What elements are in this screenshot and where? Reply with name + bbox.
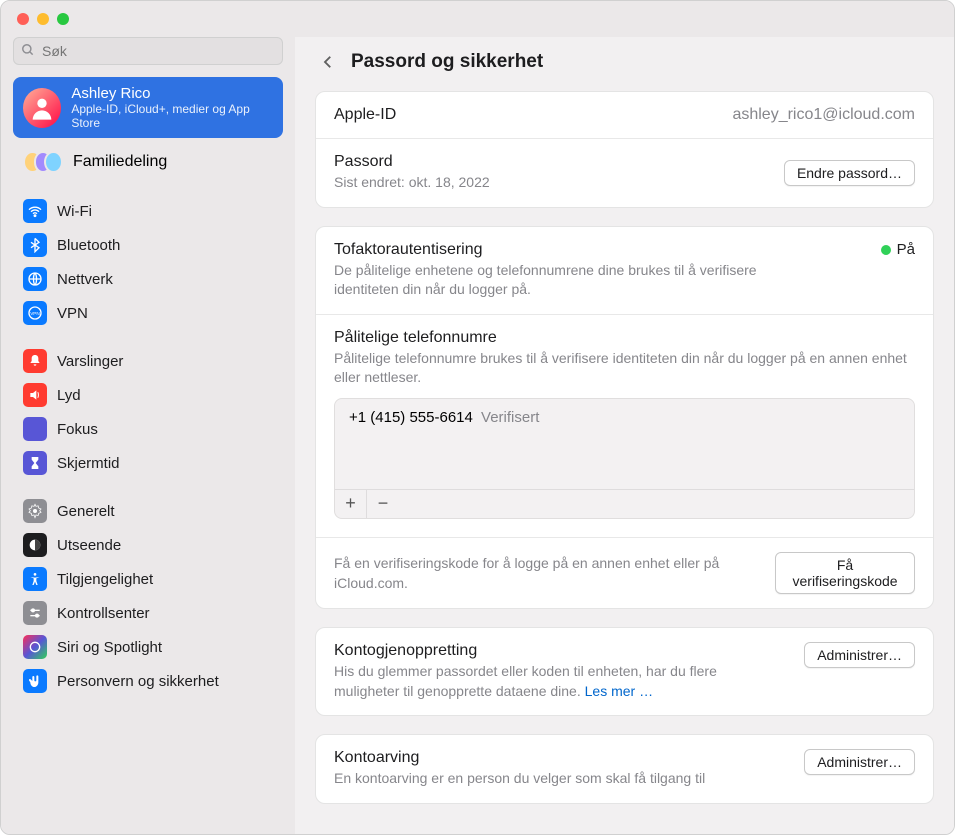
wifi-icon [23, 199, 47, 223]
svg-text:VPN: VPN [30, 311, 40, 316]
sidebar-item-label: Wi-Fi [57, 203, 92, 220]
sidebar-item-vpn[interactable]: VPN VPN [13, 296, 283, 330]
globe-icon [23, 267, 47, 291]
content-pane: Passord og sikkerhet Apple-ID ashley_ric… [295, 37, 954, 834]
apple-id-value: ashley_rico1@icloud.com [732, 106, 915, 124]
twofa-label: Tofaktorautentisering [334, 241, 483, 259]
siri-icon [23, 635, 47, 659]
window-controls [17, 13, 69, 25]
trusted-number-row[interactable]: +1 (415) 555-6614 Verifisert [335, 399, 914, 489]
recovery-manage-button[interactable]: Administrer… [804, 642, 915, 668]
sidebar-item-label: Personvern og sikkerhet [57, 673, 219, 690]
sidebar-item-siri[interactable]: Siri og Spotlight [13, 630, 283, 664]
sidebar-item-label: Lyd [57, 387, 81, 404]
get-verification-code-button[interactable]: Få verifiseringskode [775, 552, 915, 594]
minimize-icon[interactable] [37, 13, 49, 25]
sidebar-item-label: Generelt [57, 503, 115, 520]
settings-window: Ashley Rico Apple-ID, iCloud+, medier og… [0, 0, 955, 835]
sidebar-item-controlcenter[interactable]: Kontrollsenter [13, 596, 283, 630]
sidebar-item-label: Skjermtid [57, 455, 120, 472]
twofa-status: På [881, 241, 915, 258]
password-last-changed: Sist endret: okt. 18, 2022 [334, 173, 490, 193]
panel-legacy: Kontoarving En kontoarving er en person … [315, 734, 934, 804]
sidebar-item-label: VPN [57, 305, 88, 322]
sidebar-item-wifi[interactable]: Wi-Fi [13, 194, 283, 228]
page-title: Passord og sikkerhet [351, 51, 543, 73]
trusted-label: Pålitelige telefonnumre [334, 329, 915, 347]
recovery-desc: His du glemmer passordet eller koden til… [334, 662, 784, 701]
status-dot-icon [881, 245, 891, 255]
bluetooth-icon [23, 233, 47, 257]
sidebar-item-accessibility[interactable]: Tilgjengelighet [13, 562, 283, 596]
hand-icon [23, 669, 47, 693]
search-icon [21, 43, 35, 57]
back-chevron-icon[interactable] [319, 53, 337, 71]
sidebar-item-label: Bluetooth [57, 237, 120, 254]
panel-recovery: Kontogjenoppretting His du glemmer passo… [315, 627, 934, 716]
sliders-icon [23, 601, 47, 625]
sidebar-item-label: Nettverk [57, 271, 113, 288]
remove-number-button[interactable]: − [367, 490, 399, 518]
speaker-icon [23, 383, 47, 407]
recovery-label: Kontogjenoppretting [334, 642, 784, 660]
sidebar-item-label: Siri og Spotlight [57, 639, 162, 656]
recovery-learn-more-link[interactable]: Les mer … [585, 683, 653, 699]
titlebar [1, 1, 954, 37]
accessibility-icon [23, 567, 47, 591]
sidebar-item-appearance[interactable]: Utseende [13, 528, 283, 562]
account-name: Ashley Rico [71, 85, 273, 102]
trusted-number: +1 (415) 555-6614 [349, 409, 473, 426]
hourglass-icon [23, 451, 47, 475]
legacy-manage-button[interactable]: Administrer… [804, 749, 915, 775]
legacy-label: Kontoarving [334, 749, 784, 767]
sidebar-item-label: Kontrollsenter [57, 605, 150, 622]
vpn-icon: VPN [23, 301, 47, 325]
account-subtitle: Apple-ID, iCloud+, medier og App Store [71, 102, 273, 130]
trusted-desc: Pålitelige telefonnumre brukes til å ver… [334, 349, 915, 388]
panel-account: Apple-ID ashley_rico1@icloud.com Passord… [315, 91, 934, 208]
add-number-button[interactable]: + [335, 490, 367, 518]
sidebar-item-network[interactable]: Nettverk [13, 262, 283, 296]
sidebar-item-label: Utseende [57, 537, 121, 554]
sidebar-item-screentime[interactable]: Skjermtid [13, 446, 283, 480]
avatar [23, 88, 61, 128]
apple-id-label: Apple-ID [334, 106, 396, 124]
sidebar-item-bluetooth[interactable]: Bluetooth [13, 228, 283, 262]
sidebar-item-focus[interactable]: Fokus [13, 412, 283, 446]
sidebar-item-label: Fokus [57, 421, 98, 438]
change-password-button[interactable]: Endre passord… [784, 160, 915, 186]
appearance-icon [23, 533, 47, 557]
sidebar-item-general[interactable]: Generelt [13, 494, 283, 528]
family-avatars-icon [23, 150, 63, 174]
bell-icon [23, 349, 47, 373]
sidebar: Ashley Rico Apple-ID, iCloud+, medier og… [1, 37, 295, 834]
verification-desc: Få en verifiseringskode for å logge på e… [334, 554, 755, 593]
verified-label: Verifisert [481, 409, 539, 426]
gear-icon [23, 499, 47, 523]
legacy-desc: En kontoarving er en person du velger so… [334, 769, 784, 789]
sidebar-item-notifications[interactable]: Varslinger [13, 344, 283, 378]
close-icon[interactable] [17, 13, 29, 25]
sidebar-item-label: Tilgjengelighet [57, 571, 153, 588]
sidebar-item-label: Familiedeling [73, 153, 167, 171]
maximize-icon[interactable] [57, 13, 69, 25]
sidebar-item-apple-id[interactable]: Ashley Rico Apple-ID, iCloud+, medier og… [13, 77, 283, 138]
sidebar-item-label: Varslinger [57, 353, 123, 370]
password-label: Passord [334, 153, 490, 171]
sidebar-item-family[interactable]: Familiedeling [13, 144, 283, 180]
twofa-desc: De pålitelige enhetene og telefonnumrene… [334, 261, 814, 300]
panel-security: Tofaktorautentisering På De pålitelige e… [315, 226, 934, 609]
moon-icon [23, 417, 47, 441]
sidebar-item-sound[interactable]: Lyd [13, 378, 283, 412]
search-input[interactable] [13, 37, 283, 65]
twofa-status-text: På [897, 241, 915, 258]
trusted-numbers-box: +1 (415) 555-6614 Verifisert + − [334, 398, 915, 519]
sidebar-item-privacy[interactable]: Personvern og sikkerhet [13, 664, 283, 698]
